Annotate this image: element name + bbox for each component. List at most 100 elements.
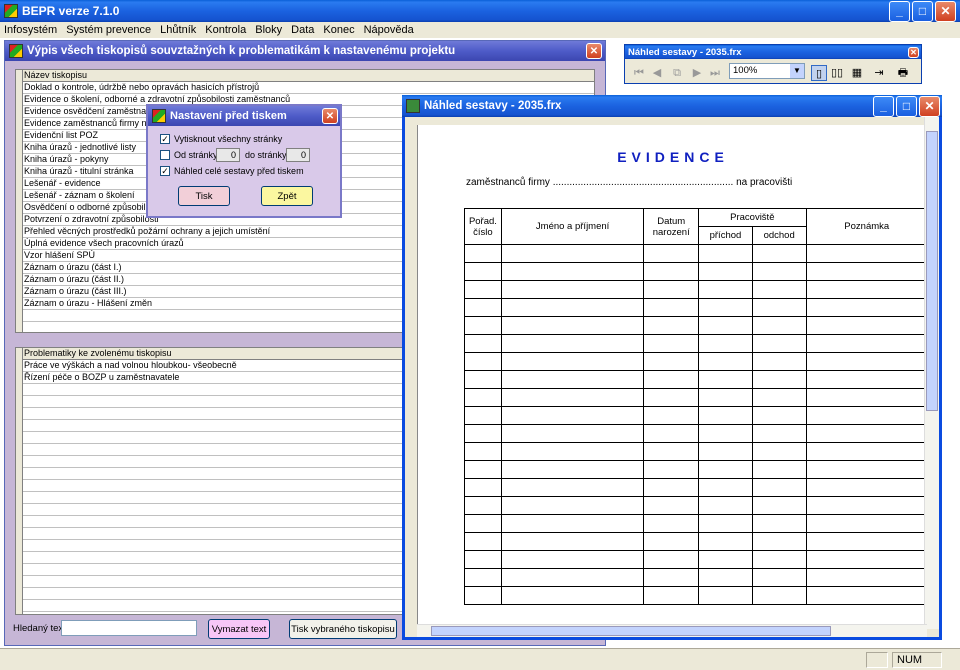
clear-text-button[interactable]: Vymazat text bbox=[208, 619, 270, 639]
printer-icon[interactable]: 🖶 bbox=[895, 65, 911, 81]
back-button[interactable]: Zpět bbox=[261, 186, 313, 206]
table-cell bbox=[698, 388, 753, 407]
table-cell bbox=[500, 586, 645, 605]
table-cell bbox=[751, 550, 807, 569]
table-cell bbox=[464, 460, 502, 479]
table-cell bbox=[698, 514, 753, 533]
table-cell bbox=[500, 568, 645, 587]
print-selected-button[interactable]: Tisk vybraného tiskopisu bbox=[289, 619, 397, 639]
dialog-icon bbox=[152, 109, 166, 123]
table-cell bbox=[805, 334, 927, 353]
last-page-icon[interactable]: ⏭ bbox=[707, 65, 723, 81]
menu-bar: Infosystém Systém prevence Lhůtník Kontr… bbox=[0, 22, 960, 38]
menu-konec[interactable]: Konec bbox=[323, 24, 354, 36]
menu-data[interactable]: Data bbox=[291, 24, 314, 36]
chevron-down-icon[interactable]: ▼ bbox=[790, 64, 804, 78]
scroll-thumb[interactable] bbox=[431, 626, 831, 636]
table-cell bbox=[698, 568, 753, 587]
col-arrival: příchod bbox=[698, 226, 753, 245]
list-window-close-button[interactable]: ✕ bbox=[586, 43, 602, 59]
list-window-title-bar: Výpis všech tiskopisů souvztažných k pro… bbox=[5, 41, 605, 61]
table-cell bbox=[500, 424, 645, 443]
table-cell bbox=[751, 406, 807, 425]
table-cell bbox=[805, 406, 927, 425]
preview-checkbox[interactable]: ✓ bbox=[160, 166, 170, 176]
next-page-icon[interactable]: ▶ bbox=[689, 65, 705, 81]
table-cell bbox=[751, 298, 807, 317]
table-cell bbox=[751, 496, 807, 515]
table-cell bbox=[805, 352, 927, 371]
table-cell bbox=[643, 388, 700, 407]
app-title-bar: BEPR verze 7.1.0 _ □ ✕ bbox=[0, 0, 960, 22]
menu-system-prevence[interactable]: Systém prevence bbox=[66, 24, 151, 36]
vertical-scrollbar[interactable] bbox=[924, 117, 939, 629]
table-cell bbox=[500, 316, 645, 335]
goto-page-icon[interactable]: ⧉ bbox=[669, 65, 685, 81]
maximize-button[interactable]: □ bbox=[912, 0, 933, 22]
table-cell bbox=[698, 406, 753, 425]
window-icon bbox=[9, 44, 23, 58]
table-cell bbox=[805, 244, 927, 263]
table-row bbox=[464, 352, 927, 371]
preview-minimize-button[interactable]: _ bbox=[873, 95, 894, 117]
to-page-input[interactable]: 0 bbox=[286, 148, 310, 162]
menu-infosystem[interactable]: Infosystém bbox=[4, 24, 57, 36]
preview-title: Náhled sestavy - 2035.frx bbox=[424, 100, 562, 112]
table-cell bbox=[464, 388, 502, 407]
print-button[interactable]: Tisk bbox=[178, 186, 230, 206]
table-cell bbox=[698, 352, 753, 371]
report-preview-window: Náhled sestavy - 2035.frx _ □ ✕ EVIDENCE… bbox=[402, 95, 942, 640]
toolbar-close-button[interactable]: ✕ bbox=[908, 46, 919, 58]
preview-maximize-button[interactable]: □ bbox=[896, 95, 917, 117]
menu-kontrola[interactable]: Kontrola bbox=[205, 24, 246, 36]
scroll-thumb[interactable] bbox=[926, 131, 938, 411]
table-cell bbox=[643, 442, 700, 461]
to-page-label: do stránky bbox=[245, 150, 287, 160]
search-input[interactable] bbox=[61, 620, 197, 636]
col-departure: odchod bbox=[751, 226, 807, 245]
table-cell bbox=[751, 424, 807, 443]
table-cell bbox=[698, 550, 753, 569]
two-pages-icon[interactable]: ▯▯ bbox=[829, 65, 845, 81]
menu-lhutnik[interactable]: Lhůtník bbox=[160, 24, 196, 36]
table-cell bbox=[751, 334, 807, 353]
minimize-button[interactable]: _ bbox=[889, 0, 910, 22]
zoom-select[interactable]: 100% ▼ bbox=[729, 63, 805, 79]
table-cell bbox=[751, 568, 807, 587]
horizontal-scrollbar[interactable] bbox=[417, 624, 927, 637]
table-cell bbox=[751, 586, 807, 605]
four-pages-icon[interactable]: ▦ bbox=[849, 65, 865, 81]
table-cell bbox=[643, 532, 700, 551]
first-page-icon[interactable]: ⏮ bbox=[631, 65, 647, 81]
table-row bbox=[464, 568, 927, 587]
table-cell bbox=[805, 298, 927, 317]
table-cell bbox=[500, 514, 645, 533]
table-row bbox=[464, 316, 927, 335]
table-row bbox=[464, 424, 927, 443]
table-cell bbox=[698, 460, 753, 479]
close-preview-icon[interactable]: ⇥ bbox=[871, 65, 887, 81]
preview-close-button[interactable]: ✕ bbox=[919, 95, 940, 117]
menu-napoveda[interactable]: Nápověda bbox=[364, 24, 414, 36]
table-row bbox=[464, 550, 927, 569]
print-all-checkbox[interactable]: ✓ bbox=[160, 134, 170, 144]
table-cell bbox=[643, 352, 700, 371]
table-row[interactable]: Doklad o kontrole, údržbě nebo opravách … bbox=[16, 82, 594, 94]
table-cell bbox=[643, 496, 700, 515]
dialog-close-button[interactable]: ✕ bbox=[322, 108, 338, 124]
previous-page-icon[interactable]: ◀ bbox=[649, 65, 665, 81]
table-cell bbox=[643, 370, 700, 389]
print-all-label: Vytisknout všechny stránky bbox=[174, 134, 283, 144]
table-cell bbox=[805, 496, 927, 515]
from-page-input[interactable]: 0 bbox=[216, 148, 240, 162]
table-cell bbox=[643, 478, 700, 497]
table-cell bbox=[805, 586, 927, 605]
menu-bloky[interactable]: Bloky bbox=[255, 24, 282, 36]
table-cell bbox=[643, 586, 700, 605]
page-range-checkbox[interactable] bbox=[160, 150, 170, 160]
col-workplace: Pracoviště bbox=[698, 208, 807, 227]
table-cell bbox=[698, 316, 753, 335]
one-page-icon[interactable]: ▯ bbox=[811, 65, 827, 81]
table-cell bbox=[464, 262, 502, 281]
close-button[interactable]: ✕ bbox=[935, 0, 956, 22]
